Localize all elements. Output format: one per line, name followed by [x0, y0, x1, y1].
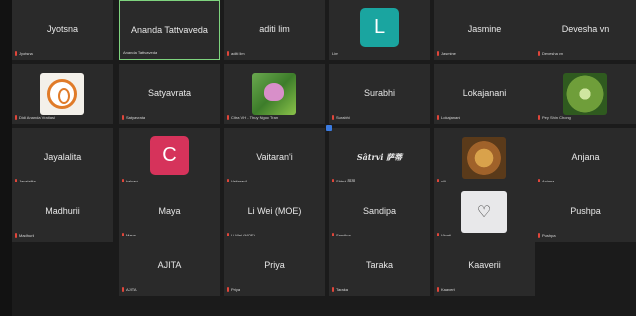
participant-label: Citra VH - Thuy Ngoc Tran: [231, 115, 279, 120]
mic-muted-icon: [122, 287, 124, 292]
profile-picture: [563, 73, 607, 115]
mic-muted-icon: [437, 115, 439, 120]
participant-tile[interactable]: Sâtrvi 萨蒂 Sâtrvi 萨蒂: [329, 128, 430, 188]
mic-muted-icon: [15, 115, 17, 120]
participant-label: Didi Ananda Vratiasi: [19, 115, 55, 120]
participant-label: Jyotsna: [19, 51, 33, 56]
participant-display-name: Jyotsna: [46, 24, 79, 34]
participant-label: Taraka: [336, 287, 349, 292]
mic-muted-icon: [437, 287, 439, 292]
participant-display-name: Devesha vn: [561, 24, 610, 34]
avatar: L: [360, 8, 399, 47]
participant-tile[interactable]: Sandipa Sandipa: [329, 182, 430, 242]
participant-tile[interactable]: ♡ Vinati: [434, 182, 535, 242]
participant-display-name: Anjana: [571, 152, 600, 162]
participant-tile[interactable]: Lokajanani Lokajanani: [434, 64, 535, 124]
participant-display-name: Sandipa: [362, 206, 397, 216]
participant-label: Pey Shin Chong: [542, 115, 571, 120]
mic-muted-icon: [227, 115, 229, 120]
participant-tile[interactable]: AJITA AJITA: [119, 236, 220, 296]
participant-display-name: Surabhi: [363, 88, 396, 98]
participant-display-name: Li Wei (MOE): [247, 206, 302, 216]
participant-tile[interactable]: Devesha vn Devesha vn: [535, 0, 636, 60]
participant-label: Satyavrata: [126, 115, 146, 120]
participant-tile[interactable]: Citra VH - Thuy Ngoc Tran: [224, 64, 325, 124]
participant-label: Priya: [231, 287, 241, 292]
participant-tile[interactable]: aditi lim aditi lim: [224, 0, 325, 60]
participant-label: Surabhi: [336, 115, 350, 120]
participant-display-name: Kaaverii: [468, 260, 501, 270]
mic-muted-icon: [538, 115, 540, 120]
participant-display-name: Madhurii: [45, 206, 80, 216]
avatar: C: [150, 136, 189, 175]
mic-muted-icon: [15, 51, 17, 56]
participant-display-name: Vaitaran'i: [256, 152, 293, 162]
participant-display-name: Ananda Tattvaveda: [131, 25, 208, 35]
mic-muted-icon: [538, 51, 540, 56]
participant-label: Ananda Tattvaveda: [123, 50, 158, 55]
participant-label: Pushpa: [542, 233, 556, 238]
mic-muted-icon: [227, 287, 229, 292]
participant-tile[interactable]: Kaaverii Kaaverii: [434, 236, 535, 296]
profile-picture: ♡: [461, 191, 507, 233]
participant-label: Devesha vn: [542, 51, 564, 56]
mic-muted-icon: [227, 51, 229, 56]
video-indicator-icon: [326, 125, 332, 131]
mic-muted-icon: [538, 233, 540, 238]
mic-muted-icon: [437, 51, 439, 56]
participant-display-name: Jayalalita: [43, 152, 82, 162]
participant-label: Lokajanani: [441, 115, 461, 120]
participant-tile[interactable]: Li Wei (MOE) Li Wei (MOE): [224, 182, 325, 242]
participant-tile[interactable]: Vaitaran'i Vaitaran'i: [224, 128, 325, 188]
participant-tile[interactable]: Didi Ananda Vratiasi: [12, 64, 113, 124]
participant-label: Jasmine: [441, 51, 456, 56]
mic-muted-icon: [122, 115, 124, 120]
heart-icon: ♡: [476, 204, 492, 221]
participant-display-name: Maya: [158, 206, 181, 216]
participant-display-name: Lokajanani: [462, 88, 507, 98]
mic-muted-icon: [332, 115, 334, 120]
participant-tile[interactable]: Anjana Anjana: [535, 128, 636, 188]
participant-tile[interactable]: Pey Shin Chong: [535, 64, 636, 124]
participant-label: Kaaverii: [441, 287, 456, 292]
participant-tile[interactable]: L Lim: [329, 0, 430, 60]
participant-display-name: Pushpa: [570, 206, 601, 216]
participant-tile[interactable]: Priya Priya: [224, 236, 325, 296]
participant-label: Lim: [332, 51, 339, 56]
participant-tile[interactable]: Jayalalita Jayalalita: [12, 128, 113, 188]
gallery-view: Jyotsna Jyotsna Ananda Tattvaveda Ananda…: [12, 0, 636, 316]
participant-display-name: Jasmine: [467, 24, 502, 34]
mic-muted-icon: [332, 287, 334, 292]
participant-tile-active-speaker[interactable]: Ananda Tattvaveda Ananda Tattvaveda: [119, 0, 220, 60]
participant-tile[interactable]: ujli: [434, 128, 535, 188]
participant-display-name: AJITA: [157, 260, 182, 270]
participant-label: AJITA: [126, 287, 137, 292]
participant-display-name: aditi lim: [259, 24, 290, 34]
participant-tile[interactable]: Taraka Taraka: [329, 236, 430, 296]
participant-display-name: Satyavrata: [147, 88, 192, 98]
participant-tile[interactable]: Surabhi Surabhi: [329, 64, 430, 124]
participant-display-name: Sâtrvi 萨蒂: [356, 152, 403, 162]
participant-label: Madhurii: [19, 233, 35, 238]
participant-label: aditi lim: [231, 51, 245, 56]
profile-picture: [462, 137, 506, 179]
participant-display-name: Priya: [264, 260, 285, 270]
participant-tile[interactable]: Satyavrata Satyavrata: [119, 64, 220, 124]
profile-picture: [40, 73, 84, 115]
participant-tile[interactable]: Maya Maya: [119, 182, 220, 242]
participant-display-name: Taraka: [365, 260, 393, 270]
mic-muted-icon: [15, 233, 17, 238]
participant-tile[interactable]: Madhurii Madhurii: [12, 182, 113, 242]
participant-tile[interactable]: Jasmine Jasmine: [434, 0, 535, 60]
participant-tile[interactable]: C kalyani: [119, 128, 220, 188]
participant-tile[interactable]: Jyotsna Jyotsna: [12, 0, 113, 60]
participant-tile[interactable]: Pushpa Pushpa: [535, 182, 636, 242]
profile-picture: [252, 73, 296, 115]
